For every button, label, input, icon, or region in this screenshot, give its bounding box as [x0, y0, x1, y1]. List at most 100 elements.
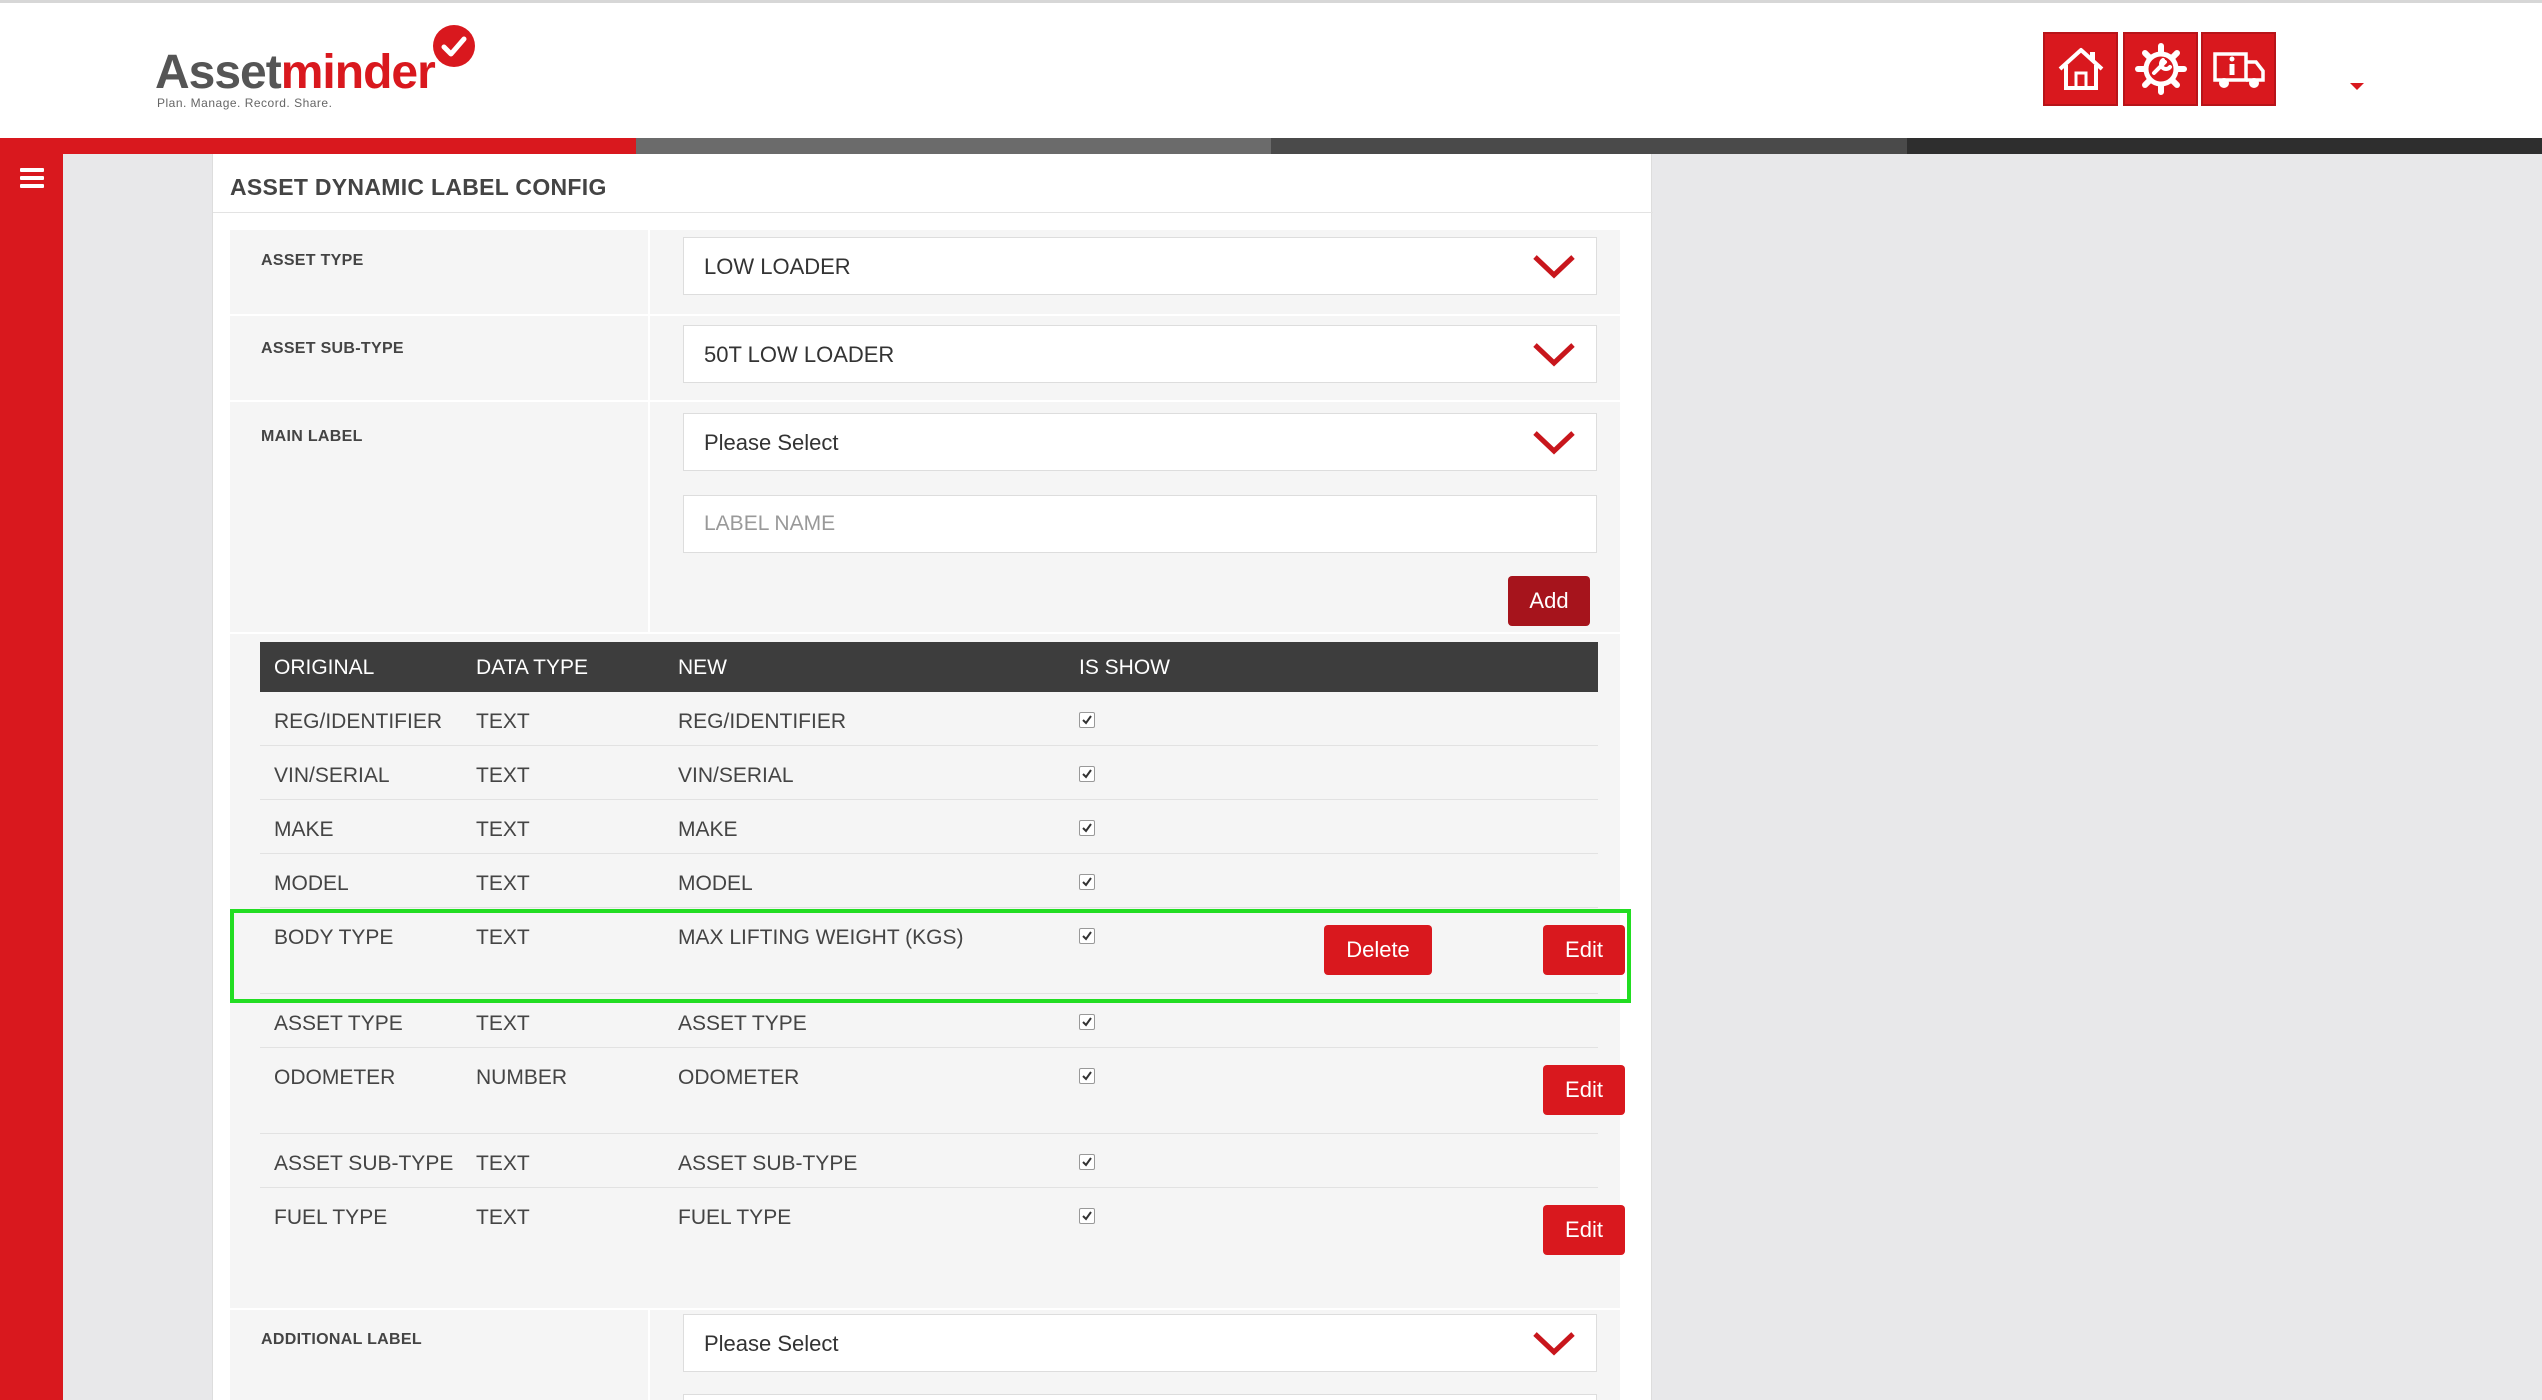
col-header-original: ORIGINAL — [274, 656, 375, 679]
service-button[interactable] — [2123, 32, 2198, 106]
table-row: ODOMETER NUMBER ODOMETER Edit — [260, 1048, 1625, 1134]
config-panel: ASSET DYNAMIC LABEL CONFIG ASSET TYPE LO… — [212, 154, 1653, 1400]
form-column-divider — [648, 402, 650, 632]
cell-original: MAKE — [274, 818, 334, 841]
is-show-checkbox[interactable] — [1079, 874, 1095, 890]
user-menu-caret[interactable] — [2350, 83, 2364, 90]
logo-wordmark: Assetminder — [155, 46, 436, 99]
table-row: MAKE TEXT MAKE — [260, 800, 1598, 854]
table-row: FUEL TYPE TEXT FUEL TYPE Edit — [260, 1188, 1625, 1274]
chevron-down-icon — [1533, 431, 1575, 455]
edit-button[interactable]: Edit — [1543, 925, 1625, 975]
is-show-checkbox[interactable] — [1079, 712, 1095, 728]
form-row-separator — [230, 1308, 1620, 1310]
cell-original: MODEL — [274, 872, 349, 895]
chevron-down-icon — [1533, 1332, 1575, 1356]
label-name-input[interactable] — [683, 495, 1597, 553]
table-row: ASSET SUB-TYPE TEXT ASSET SUB-TYPE — [260, 1134, 1598, 1188]
home-button[interactable] — [2043, 32, 2118, 106]
additional-label-label: ADDITIONAL LABEL — [261, 1331, 422, 1348]
page-title: ASSET DYNAMIC LABEL CONFIG — [230, 174, 607, 200]
chevron-down-icon — [1533, 255, 1575, 279]
asset-sub-type-label: ASSET SUB-TYPE — [261, 340, 404, 357]
col-header-is-show: IS SHOW — [1079, 656, 1171, 679]
is-show-checkbox[interactable] — [1079, 928, 1095, 944]
is-show-checkbox[interactable] — [1079, 1154, 1095, 1170]
cell-original: BODY TYPE — [274, 926, 394, 949]
cell-new: MODEL — [678, 872, 753, 895]
asset-type-select[interactable]: LOW LOADER — [683, 237, 1597, 295]
main-label-select[interactable]: Please Select — [683, 413, 1597, 471]
is-show-checkbox[interactable] — [1079, 820, 1095, 836]
cell-data-type: TEXT — [476, 1152, 530, 1175]
vehicle-info-button[interactable] — [2201, 32, 2276, 106]
cell-new: FUEL TYPE — [678, 1206, 792, 1229]
app-root: Assetminder Plan. Manage. Record. Share. — [0, 0, 2542, 1400]
hamburger-menu-icon[interactable] — [20, 168, 44, 188]
asset-type-label: ASSET TYPE — [261, 252, 364, 269]
cell-new: REG/IDENTIFIER — [678, 710, 847, 733]
cell-new: ASSET TYPE — [678, 1012, 807, 1035]
delete-button[interactable]: Delete — [1324, 925, 1432, 975]
vehicle-info-icon — [2212, 52, 2265, 88]
form-row-separator — [230, 314, 1620, 316]
is-show-checkbox[interactable] — [1079, 1068, 1095, 1084]
cell-original: REG/IDENTIFIER — [274, 710, 443, 733]
form-column-divider — [648, 316, 650, 400]
cell-data-type: TEXT — [476, 710, 530, 733]
header-color-bar — [0, 138, 2542, 154]
cell-new: VIN/SERIAL — [678, 764, 794, 787]
cell-new: MAKE — [678, 818, 738, 841]
form-row-separator — [230, 632, 1620, 634]
service-gear-icon — [2134, 43, 2187, 95]
cell-data-type: TEXT — [476, 872, 530, 895]
asset-sub-type-select[interactable]: 50T LOW LOADER — [683, 325, 1597, 383]
cell-data-type: TEXT — [476, 818, 530, 841]
table-row: MODEL TEXT MODEL — [260, 854, 1598, 908]
asset-sub-type-value: 50T LOW LOADER — [704, 342, 895, 367]
main-label-value: Please Select — [704, 430, 839, 455]
is-show-checkbox[interactable] — [1079, 1014, 1095, 1030]
cell-data-type: TEXT — [476, 1206, 530, 1229]
col-header-data-type: DATA TYPE — [476, 656, 589, 679]
cell-data-type: TEXT — [476, 764, 530, 787]
cell-data-type: TEXT — [476, 926, 530, 949]
cell-new: ASSET SUB-TYPE — [678, 1152, 858, 1175]
cell-original: ASSET SUB-TYPE — [274, 1152, 454, 1175]
form-column-divider — [648, 230, 650, 314]
sidebar — [0, 154, 63, 1400]
cell-new: ODOMETER — [678, 1066, 800, 1089]
cell-data-type: TEXT — [476, 1012, 530, 1035]
is-show-checkbox[interactable] — [1079, 766, 1095, 782]
table-row: BODY TYPE TEXT MAX LIFTING WEIGHT (KGS) … — [260, 908, 1625, 994]
edit-button[interactable]: Edit — [1543, 1205, 1625, 1255]
main-label-label: MAIN LABEL — [261, 428, 363, 445]
table-row: ASSET TYPE TEXT ASSET TYPE — [260, 994, 1598, 1048]
logo-tagline: Plan. Manage. Record. Share. — [157, 96, 333, 110]
col-header-new: NEW — [678, 656, 727, 679]
cell-original: VIN/SERIAL — [274, 764, 390, 787]
table-row: VIN/SERIAL TEXT VIN/SERIAL — [260, 746, 1598, 800]
logo-check-icon — [433, 25, 475, 67]
table-row: REG/IDENTIFIER TEXT REG/IDENTIFIER — [260, 692, 1598, 746]
title-divider — [213, 212, 1653, 213]
cell-original: ASSET TYPE — [274, 1012, 403, 1035]
additional-label-value: Please Select — [704, 1331, 839, 1356]
form-row-separator — [230, 400, 1620, 402]
cell-original: ODOMETER — [274, 1066, 396, 1089]
cell-new: MAX LIFTING WEIGHT (KGS) — [678, 926, 964, 949]
additional-label-name-input-partial[interactable] — [683, 1394, 1597, 1400]
cell-data-type: NUMBER — [476, 1066, 568, 1089]
is-show-checkbox[interactable] — [1079, 1208, 1095, 1224]
label-table-header: ORIGINAL DATA TYPE NEW IS SHOW — [260, 642, 1598, 692]
edit-button[interactable]: Edit — [1543, 1065, 1625, 1115]
add-button[interactable]: Add — [1508, 576, 1590, 626]
form-column-divider — [648, 1310, 650, 1400]
chevron-down-icon — [1533, 343, 1575, 367]
additional-label-select[interactable]: Please Select — [683, 1314, 1597, 1372]
asset-type-value: LOW LOADER — [704, 254, 851, 279]
assetminder-logo[interactable]: Assetminder Plan. Manage. Record. Share. — [155, 25, 495, 115]
home-icon — [2058, 48, 2103, 90]
top-header: Assetminder Plan. Manage. Record. Share. — [0, 0, 2542, 138]
cell-original: FUEL TYPE — [274, 1206, 388, 1229]
